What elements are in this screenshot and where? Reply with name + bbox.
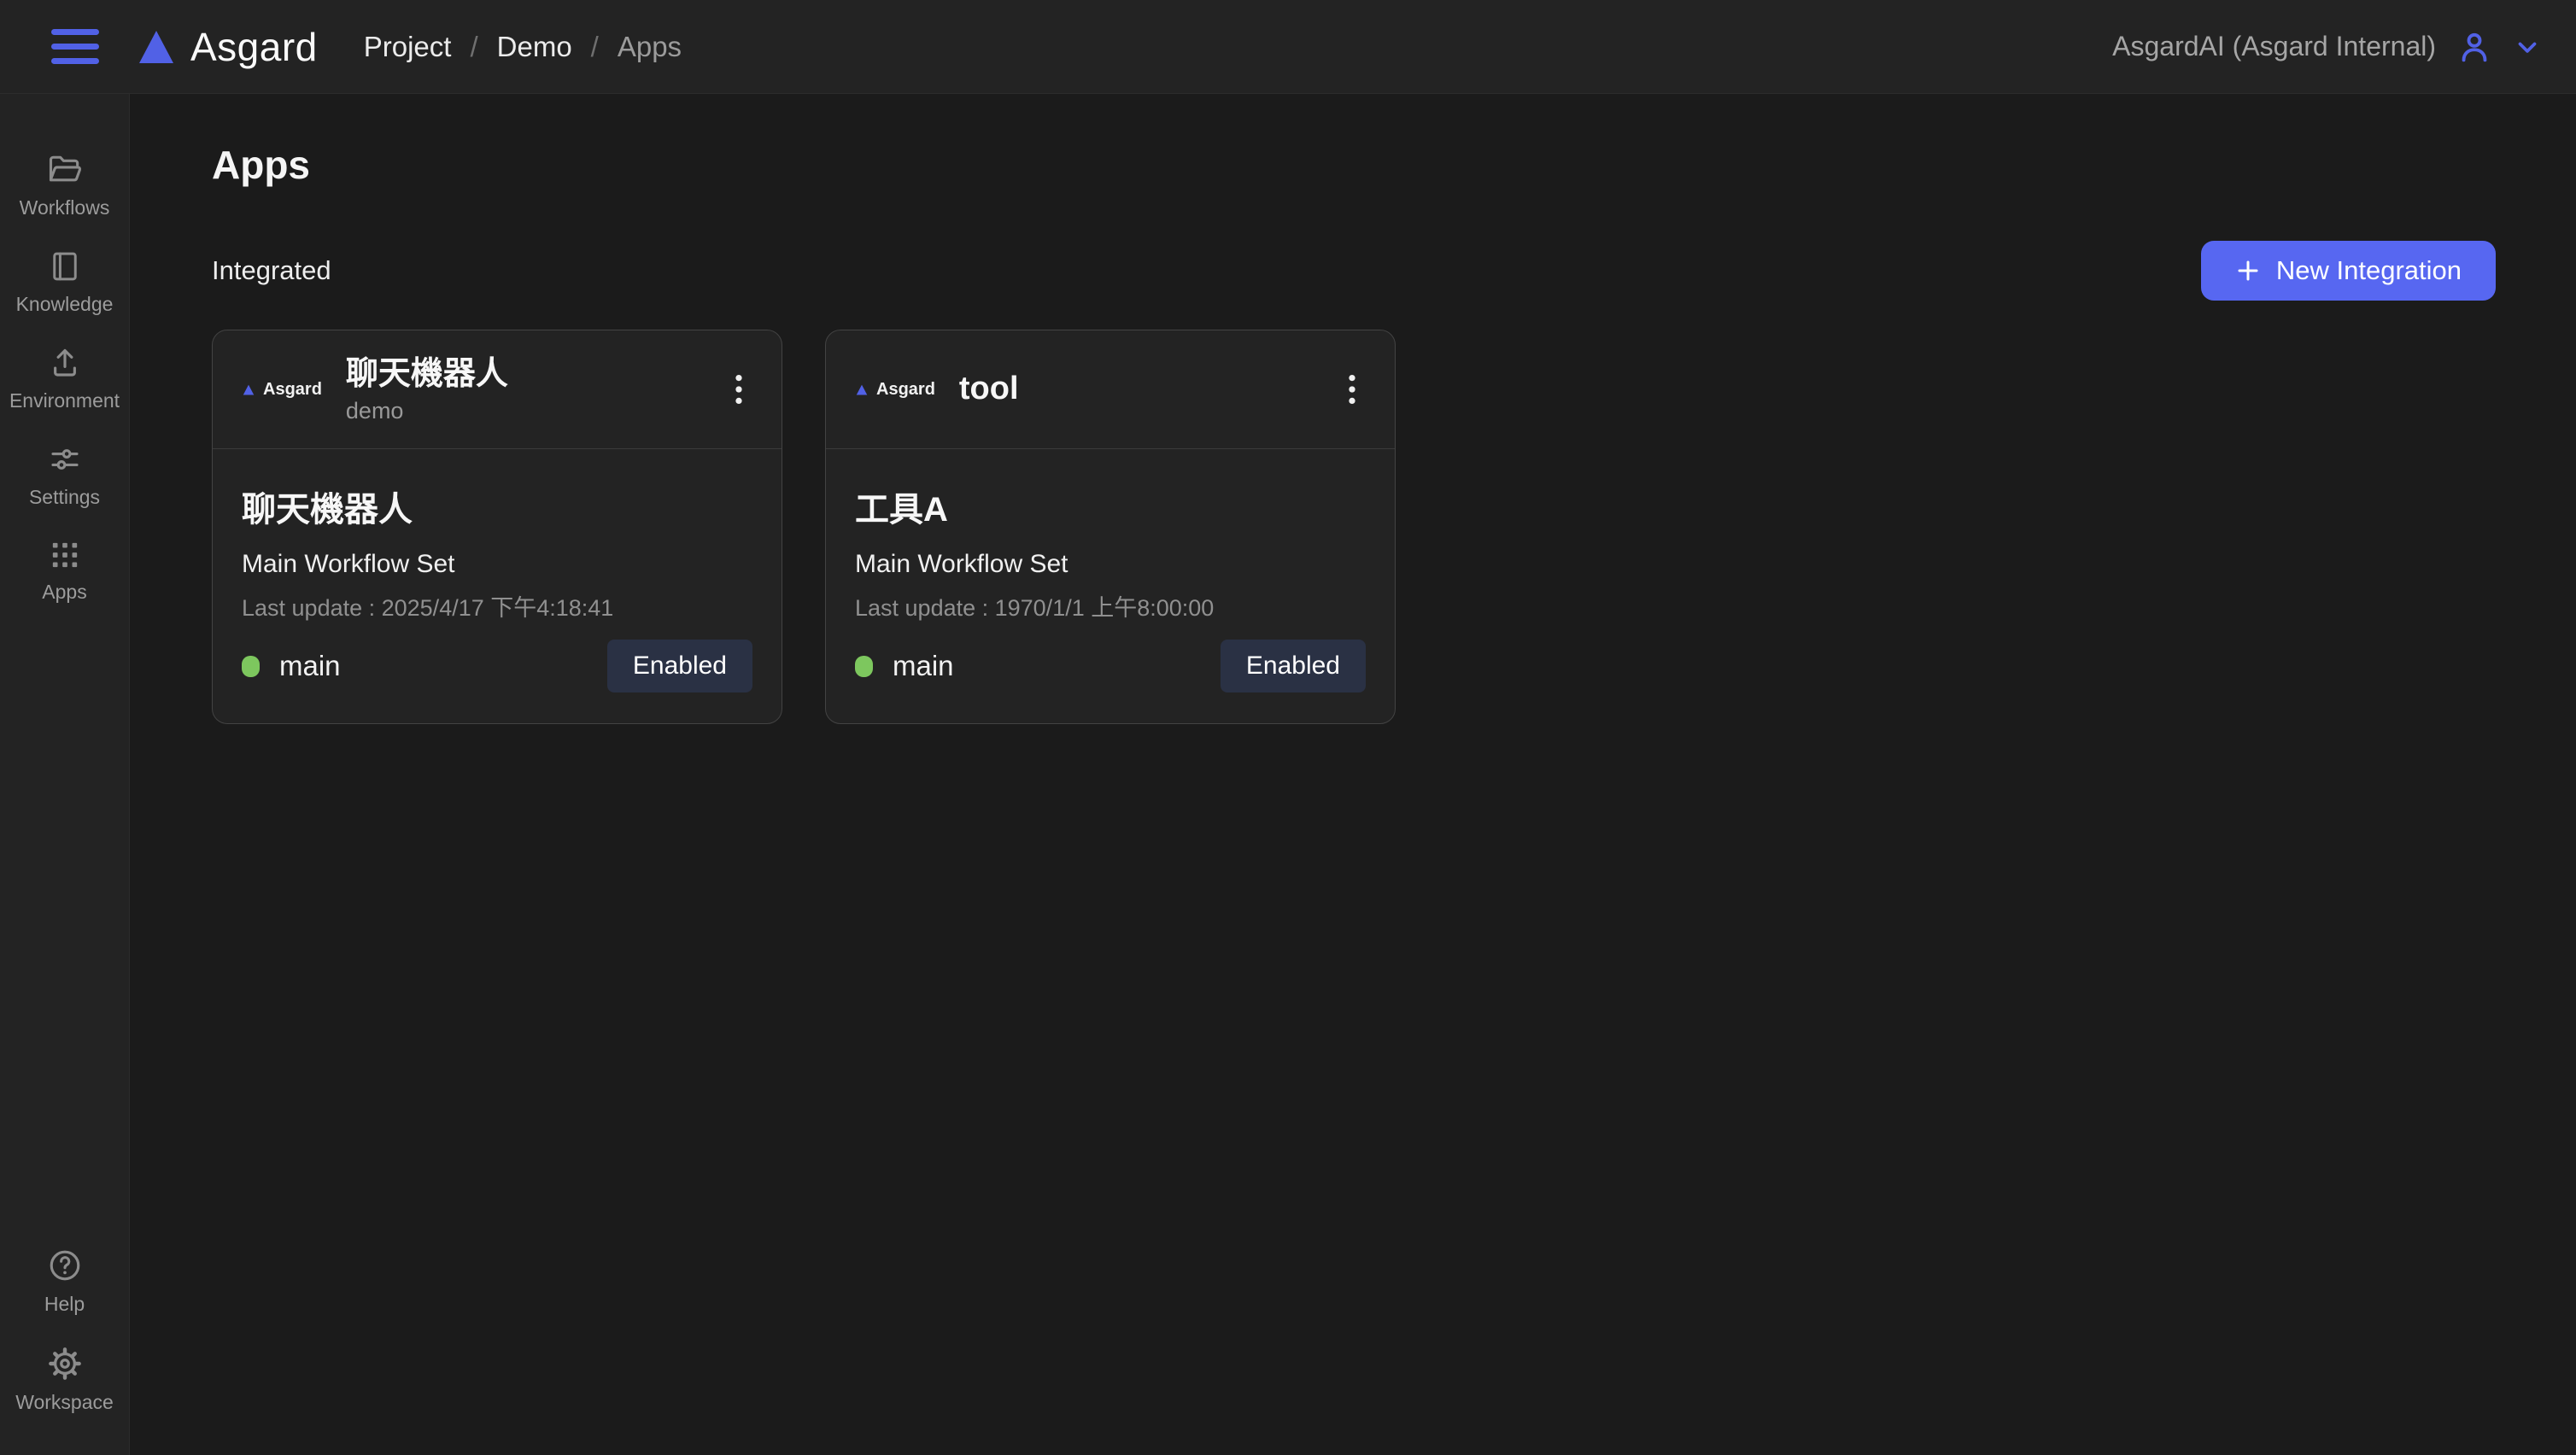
app-card-list: Asgard 聊天機器人 demo 聊天機器人 Main Workflow Se…: [212, 330, 2496, 724]
hamburger-menu-icon[interactable]: [51, 29, 99, 64]
help-icon: [46, 1247, 84, 1284]
new-integration-label: New Integration: [2276, 255, 2462, 286]
provider-name: Asgard: [263, 380, 322, 400]
top-navbar: Asgard Project / Demo / Apps AsgardAI (A…: [0, 0, 2576, 94]
workflow-set-label: Main Workflow Set: [242, 550, 752, 579]
brand-name: Asgard: [190, 24, 318, 70]
folder-icon: [46, 150, 84, 188]
chevron-down-icon[interactable]: [2513, 32, 2542, 61]
provider-badge: Asgard: [242, 380, 322, 400]
app-name: 工具A: [855, 482, 1366, 531]
breadcrumb-separator: /: [470, 31, 477, 63]
sidebar-item-help[interactable]: Help: [0, 1247, 129, 1316]
app-card-footer: main Enabled: [826, 640, 1395, 723]
branch-status-dot: [242, 656, 260, 677]
brand-logo[interactable]: Asgard: [135, 24, 318, 70]
gear-icon: [46, 1345, 84, 1382]
sidebar-item-knowledge[interactable]: Knowledge: [0, 248, 129, 316]
branch-name: main: [279, 650, 341, 682]
sidebar-item-label: Help: [44, 1293, 85, 1316]
app-card-title: tool: [959, 369, 1019, 410]
book-icon: [47, 248, 83, 284]
account-menu[interactable]: AsgardAI (Asgard Internal): [2112, 27, 2542, 67]
app-card-header: Asgard 聊天機器人 demo: [213, 330, 782, 449]
provider-name: Asgard: [876, 380, 935, 400]
user-icon: [2455, 27, 2494, 67]
asgard-triangle-icon: [242, 383, 255, 396]
sidebar-item-label: Workflows: [20, 196, 110, 219]
page-title: Apps: [212, 145, 2496, 184]
sidebar-item-workspace[interactable]: Workspace: [0, 1345, 129, 1414]
app-name: 聊天機器人: [242, 482, 752, 531]
app-card-body: 工具A Main Workflow Set Last update : 1970…: [826, 449, 1395, 622]
last-update-label: Last update : 2025/4/17 下午4:18:41: [242, 589, 752, 622]
sidebar-item-apps[interactable]: Apps: [0, 538, 129, 604]
sidebar-item-workflows[interactable]: Workflows: [0, 150, 129, 219]
status-badge: Enabled: [607, 640, 752, 692]
plus-icon: [2235, 258, 2261, 283]
main-content: Apps Integrated New Integration Asgard 聊…: [130, 94, 2576, 1455]
section-row: Integrated New Integration: [212, 241, 2496, 301]
app-card-titles: tool: [959, 369, 1019, 410]
breadcrumb-apps: Apps: [618, 31, 682, 63]
breadcrumb-separator: /: [591, 31, 599, 63]
workflow-set-label: Main Workflow Set: [855, 550, 1366, 579]
breadcrumb-project[interactable]: Project: [364, 31, 452, 63]
app-card-title: 聊天機器人: [346, 354, 508, 395]
grid-icon: [48, 538, 82, 572]
status-badge: Enabled: [1221, 640, 1366, 692]
provider-badge: Asgard: [855, 380, 935, 400]
app-card-footer: main Enabled: [213, 640, 782, 723]
account-label: AsgardAI (Asgard Internal): [2112, 31, 2436, 62]
sliders-icon: [47, 441, 83, 477]
branch-name: main: [893, 650, 954, 682]
sidebar-item-label: Knowledge: [16, 293, 114, 316]
breadcrumb-demo[interactable]: Demo: [497, 31, 572, 63]
sidebar-item-label: Apps: [42, 581, 86, 604]
upload-icon: [47, 345, 83, 381]
app-card-header: Asgard tool: [826, 330, 1395, 449]
sidebar: Workflows Knowledge Environment Settings: [0, 94, 130, 1455]
more-options-icon[interactable]: [725, 365, 752, 414]
asgard-triangle-icon: [855, 383, 869, 396]
sidebar-item-settings[interactable]: Settings: [0, 441, 129, 509]
app-card-body: 聊天機器人 Main Workflow Set Last update : 20…: [213, 449, 782, 622]
sidebar-item-environment[interactable]: Environment: [0, 345, 129, 412]
sidebar-item-label: Workspace: [15, 1391, 114, 1414]
last-update-label: Last update : 1970/1/1 上午8:00:00: [855, 589, 1366, 622]
sidebar-item-label: Environment: [9, 389, 120, 412]
section-title: Integrated: [212, 255, 331, 286]
app-card-titles: 聊天機器人 demo: [346, 354, 508, 424]
app-card[interactable]: Asgard 聊天機器人 demo 聊天機器人 Main Workflow Se…: [212, 330, 782, 724]
sidebar-item-label: Settings: [29, 486, 100, 509]
asgard-triangle-icon: [135, 26, 178, 67]
branch-status-dot: [855, 656, 873, 677]
breadcrumb: Project / Demo / Apps: [364, 31, 682, 63]
new-integration-button[interactable]: New Integration: [2201, 241, 2496, 301]
app-card-subtitle: demo: [346, 398, 508, 424]
app-card[interactable]: Asgard tool 工具A Main Workflow Set Last u…: [825, 330, 1396, 724]
more-options-icon[interactable]: [1338, 365, 1366, 414]
